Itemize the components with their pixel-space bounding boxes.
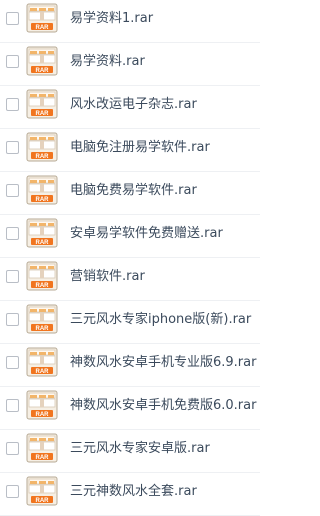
- rar-archive-icon: RAR: [26, 175, 58, 205]
- file-name[interactable]: 三元风水专家iphone版(新).rar: [70, 312, 251, 328]
- rar-archive-icon: RAR: [26, 3, 58, 33]
- file-row[interactable]: RAR 易学资料.rar: [0, 43, 260, 86]
- rar-badge-label: RAR: [36, 283, 50, 289]
- rar-archive-icon: RAR: [26, 433, 58, 463]
- file-name[interactable]: 安卓易学软件免费赠送.rar: [70, 226, 223, 242]
- select-checkbox[interactable]: [6, 399, 19, 412]
- file-name[interactable]: 神数风水安卓手机专业版6.9.rar: [70, 355, 256, 371]
- file-row[interactable]: RAR 三元神数风水全套.rar: [0, 473, 260, 516]
- file-name[interactable]: 神数风水安卓手机免费版6.0.rar: [70, 398, 256, 414]
- rar-badge-label: RAR: [36, 111, 50, 117]
- rar-badge-label: RAR: [36, 154, 50, 160]
- file-name[interactable]: 电脑免费易学软件.rar: [70, 183, 197, 199]
- rar-archive-icon: RAR: [26, 304, 58, 334]
- file-row[interactable]: RAR 电脑免注册易学软件.rar: [0, 129, 260, 172]
- rar-badge-label: RAR: [36, 25, 50, 31]
- file-row[interactable]: RAR 神数风水安卓手机专业版6.9.rar: [0, 344, 260, 387]
- rar-archive-icon: RAR: [26, 347, 58, 377]
- select-checkbox[interactable]: [6, 227, 19, 240]
- file-row[interactable]: RAR 三元风水专家iphone版(新).rar: [0, 301, 260, 344]
- file-list: RAR 易学资料1.rar RAR 易学资料.rar RAR 风水改运电子杂志.…: [0, 0, 260, 516]
- rar-archive-icon: RAR: [26, 132, 58, 162]
- select-checkbox[interactable]: [6, 12, 19, 25]
- file-row[interactable]: RAR 神数风水安卓手机免费版6.0.rar: [0, 387, 260, 430]
- file-name[interactable]: 电脑免注册易学软件.rar: [70, 140, 210, 156]
- select-checkbox[interactable]: [6, 356, 19, 369]
- rar-badge-label: RAR: [36, 412, 50, 418]
- select-checkbox[interactable]: [6, 442, 19, 455]
- select-checkbox[interactable]: [6, 141, 19, 154]
- rar-badge-label: RAR: [36, 326, 50, 332]
- file-row[interactable]: RAR 安卓易学软件免费赠送.rar: [0, 215, 260, 258]
- select-checkbox[interactable]: [6, 184, 19, 197]
- rar-badge-label: RAR: [36, 68, 50, 74]
- file-name[interactable]: 三元风水专家安卓版.rar: [70, 441, 210, 457]
- file-row[interactable]: RAR 营销软件.rar: [0, 258, 260, 301]
- file-name[interactable]: 易学资料.rar: [70, 54, 145, 70]
- rar-archive-icon: RAR: [26, 46, 58, 76]
- rar-badge-label: RAR: [36, 455, 50, 461]
- select-checkbox[interactable]: [6, 485, 19, 498]
- rar-archive-icon: RAR: [26, 218, 58, 248]
- rar-badge-label: RAR: [36, 240, 50, 246]
- file-row[interactable]: RAR 三元风水专家安卓版.rar: [0, 430, 260, 473]
- file-name[interactable]: 三元神数风水全套.rar: [70, 484, 197, 500]
- rar-badge-label: RAR: [36, 197, 50, 203]
- select-checkbox[interactable]: [6, 98, 19, 111]
- file-row[interactable]: RAR 风水改运电子杂志.rar: [0, 86, 260, 129]
- select-checkbox[interactable]: [6, 313, 19, 326]
- file-name[interactable]: 营销软件.rar: [70, 269, 145, 285]
- file-name[interactable]: 风水改运电子杂志.rar: [70, 97, 197, 113]
- file-name[interactable]: 易学资料1.rar: [70, 11, 153, 27]
- rar-archive-icon: RAR: [26, 261, 58, 291]
- rar-badge-label: RAR: [36, 369, 50, 375]
- rar-archive-icon: RAR: [26, 390, 58, 420]
- rar-archive-icon: RAR: [26, 476, 58, 506]
- rar-archive-icon: RAR: [26, 89, 58, 119]
- select-checkbox[interactable]: [6, 55, 19, 68]
- file-row[interactable]: RAR 电脑免费易学软件.rar: [0, 172, 260, 215]
- select-checkbox[interactable]: [6, 270, 19, 283]
- file-row[interactable]: RAR 易学资料1.rar: [0, 0, 260, 43]
- rar-badge-label: RAR: [36, 498, 50, 504]
